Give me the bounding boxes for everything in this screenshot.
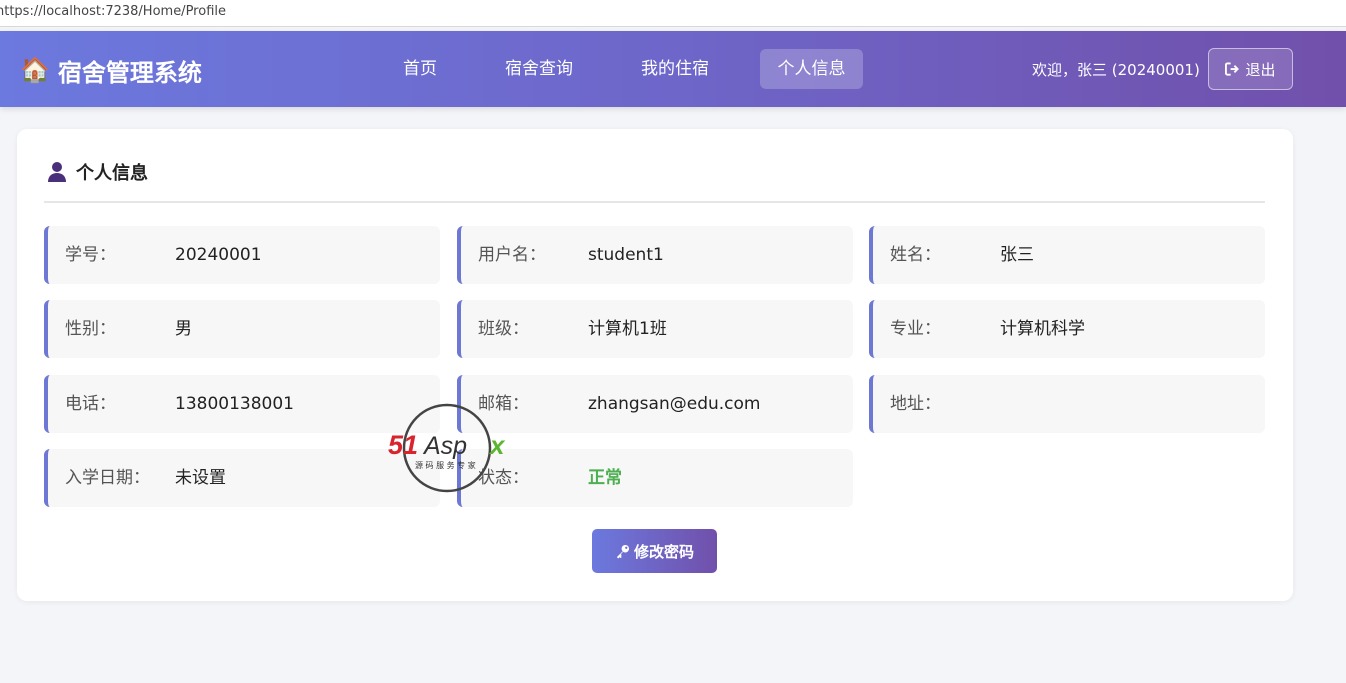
logout-button[interactable]: 退出 <box>1208 48 1293 90</box>
change-password-button[interactable]: 修改密码 <box>592 529 717 573</box>
field-value: 张三 <box>1000 245 1034 265</box>
browser-url-bar[interactable]: https://localhost:7238/Home/Profile <box>0 0 1346 27</box>
user-icon <box>48 162 66 182</box>
field-value: 未设置 <box>175 468 226 488</box>
top-navbar: 🏠 宿舍管理系统 首页 宿舍查询 我的住宿 个人信息 欢迎，张三 (202400… <box>0 31 1346 107</box>
field-value: 男 <box>175 319 192 339</box>
key-icon <box>616 544 630 559</box>
field-label: 地址： <box>890 394 941 414</box>
welcome-text: 欢迎，张三 (20240001) <box>1032 61 1200 79</box>
brand[interactable]: 🏠 宿舍管理系统 <box>20 53 202 87</box>
field-label: 专业： <box>890 319 941 339</box>
nav-dorm-search[interactable]: 宿舍查询 <box>492 49 586 89</box>
field-email: 邮箱： zhangsan@edu.com <box>457 375 853 433</box>
field-name: 姓名： 张三 <box>869 226 1265 284</box>
field-label: 姓名： <box>890 245 941 265</box>
house-icon: 🏠 <box>20 56 50 84</box>
change-password-label: 修改密码 <box>633 542 694 561</box>
card-title: 个人信息 <box>47 159 148 185</box>
field-major: 专业： 计算机科学 <box>869 300 1265 358</box>
field-value: 计算机1班 <box>588 319 667 339</box>
field-label: 班级： <box>478 319 529 339</box>
field-class: 班级： 计算机1班 <box>457 300 853 358</box>
nav-home[interactable]: 首页 <box>387 49 453 89</box>
status-badge: 正常 <box>588 468 622 488</box>
sign-out-icon <box>1225 62 1240 76</box>
field-value: 13800138001 <box>175 394 294 414</box>
field-phone: 电话： 13800138001 <box>44 375 440 433</box>
logout-label: 退出 <box>1245 60 1276 79</box>
field-label: 性别： <box>65 319 116 339</box>
field-label: 用户名： <box>478 245 546 265</box>
field-value: 20240001 <box>175 245 262 265</box>
field-label: 学号： <box>65 245 116 265</box>
field-label: 邮箱： <box>478 394 529 414</box>
field-value: 计算机科学 <box>1000 319 1085 339</box>
field-student-id: 学号： 20240001 <box>44 226 440 284</box>
field-value: student1 <box>588 245 664 265</box>
nav-profile[interactable]: 个人信息 <box>760 49 863 89</box>
url-text: https://localhost:7238/Home/Profile <box>0 4 226 19</box>
field-username: 用户名： student1 <box>457 226 853 284</box>
field-status: 状态： 正常 <box>457 449 853 507</box>
field-label: 入学日期： <box>65 468 150 488</box>
field-gender: 性别： 男 <box>44 300 440 358</box>
title-divider <box>44 201 1265 203</box>
profile-card: 个人信息 学号： 20240001 用户名： student1 姓名： 张三 性… <box>17 129 1293 601</box>
field-address: 地址： <box>869 375 1265 433</box>
field-value: zhangsan@edu.com <box>588 394 761 414</box>
field-label: 状态： <box>478 468 529 488</box>
field-enroll-date: 入学日期： 未设置 <box>44 449 440 507</box>
brand-title: 宿舍管理系统 <box>57 58 202 87</box>
card-title-text: 个人信息 <box>76 163 148 184</box>
nav-my-dorm[interactable]: 我的住宿 <box>628 49 722 89</box>
field-label: 电话： <box>65 394 116 414</box>
